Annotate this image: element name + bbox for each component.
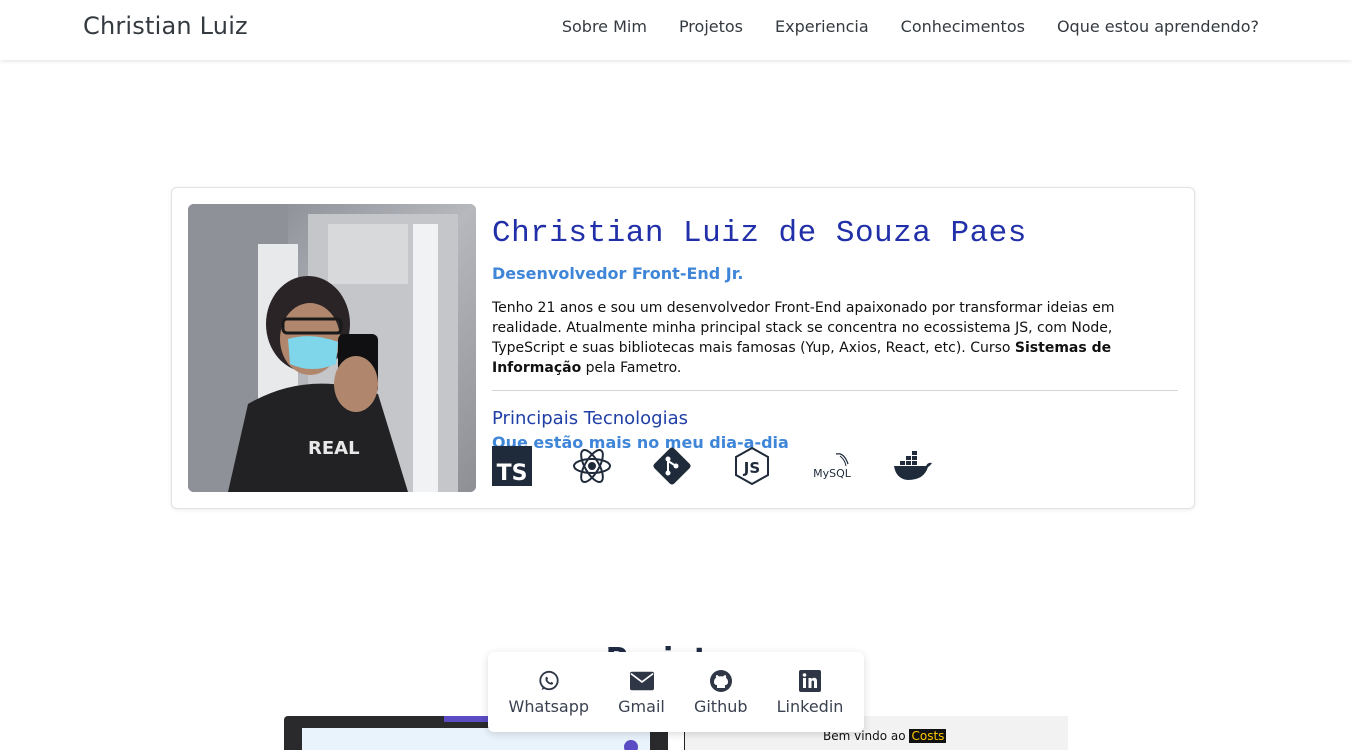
contact-linkedin[interactable]: Linkedin	[776, 669, 844, 716]
nodejs-icon: JS	[732, 446, 772, 486]
git-icon	[652, 446, 692, 486]
profile-card: REAL Christian Luiz de Souza Paes Desenv…	[171, 187, 1195, 509]
mysql-icon: MySQL	[812, 446, 852, 486]
nav-link-aprendendo[interactable]: Oque estou aprendendo?	[1057, 17, 1259, 36]
docker-icon	[892, 446, 932, 486]
svg-text:REAL: REAL	[308, 438, 360, 459]
profile-photo: REAL	[188, 204, 476, 492]
nav-link-experiencia[interactable]: Experiencia	[775, 17, 869, 36]
nav-link-conhecimentos[interactable]: Conhecimentos	[901, 17, 1025, 36]
preview-welcome-highlight: Costs	[909, 729, 947, 743]
contact-whatsapp[interactable]: Whatsapp	[508, 669, 590, 716]
svg-text:TS: TS	[497, 461, 528, 486]
preview-accent-bar	[444, 716, 492, 722]
react-icon	[572, 446, 612, 486]
contact-bar: Whatsapp Gmail Github Linkedin	[488, 652, 864, 732]
contact-label: Whatsapp	[508, 696, 590, 716]
svg-text:MySQL: MySQL	[813, 467, 852, 480]
preview-dot	[624, 740, 638, 750]
mail-icon	[629, 669, 654, 693]
svg-text:JS: JS	[743, 459, 760, 477]
brand-logo[interactable]: Christian Luiz	[83, 12, 248, 40]
profile-name: Christian Luiz de Souza Paes	[492, 216, 1027, 251]
whatsapp-icon	[537, 669, 561, 693]
nav-links: Sobre Mim Projetos Experiencia Conhecime…	[562, 17, 1259, 36]
profile-role: Desenvolvedor Front-End Jr.	[492, 264, 744, 283]
divider	[492, 390, 1178, 391]
linkedin-icon	[798, 669, 822, 693]
nav-link-projetos[interactable]: Projetos	[679, 17, 743, 36]
tech-title: Principais Tecnologias	[492, 408, 688, 429]
contact-label: Github	[693, 696, 748, 716]
tech-icons: TS JS MySQL	[492, 446, 932, 486]
bio-text-2: pela Fametro.	[581, 360, 682, 376]
profile-content: Christian Luiz de Souza Paes Desenvolved…	[492, 216, 1179, 486]
contact-label: Linkedin	[776, 696, 844, 716]
contact-label: Gmail	[618, 696, 665, 716]
contact-github[interactable]: Github	[694, 669, 748, 716]
typescript-icon: TS	[492, 446, 532, 486]
github-icon	[709, 669, 733, 693]
contact-gmail[interactable]: Gmail	[618, 669, 665, 716]
profile-bio: Tenho 21 anos e sou um desenvolvedor Fro…	[492, 298, 1179, 378]
nav-link-sobre-mim[interactable]: Sobre Mim	[562, 17, 647, 36]
navbar: Christian Luiz Sobre Mim Projetos Experi…	[0, 0, 1352, 60]
